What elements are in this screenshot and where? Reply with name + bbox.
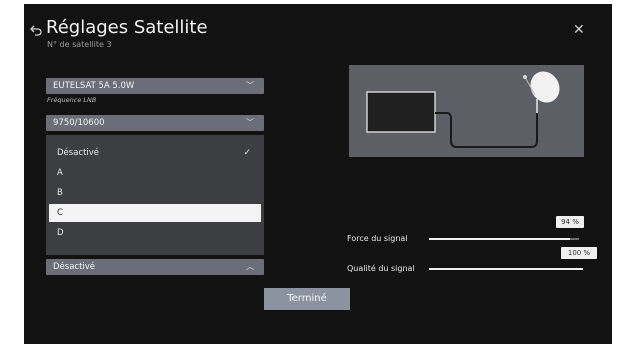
lnb-label: Fréquence LNB (47, 96, 97, 104)
lnb-dropdown-value: 9750/10600 (53, 118, 105, 128)
signal-strength-value: 94 % (556, 216, 584, 228)
list-item[interactable]: D (49, 224, 261, 242)
list-item-selected[interactable]: C (49, 204, 261, 222)
satellite-dish-illustration (523, 71, 560, 113)
bottom-dropdown-value: Désactivé (53, 262, 96, 272)
chevron-up-icon: ︿ (246, 262, 254, 271)
satellite-dropdown-value: EUTELSAT 5A 5.0W (53, 81, 135, 91)
signal-quality-fill (429, 268, 583, 270)
list-item[interactable]: B (49, 184, 261, 202)
page-title: Réglages Satellite (46, 17, 208, 38)
signal-quality-value: 100 % (561, 247, 597, 259)
back-icon[interactable] (29, 23, 43, 37)
page-subtitle: N° de satellite 3 (47, 40, 112, 49)
signal-strength-fill (429, 238, 570, 240)
connection-diagram (349, 65, 584, 157)
lnb-dropdown[interactable]: 9750/10600 ﹀ (46, 115, 264, 131)
diseqc-options-list: Désactivé ✓ A B C D (46, 135, 264, 255)
bottom-dropdown[interactable]: Désactivé ︿ (46, 259, 264, 275)
list-item[interactable]: Désactivé ✓ (49, 144, 261, 162)
cable-line (435, 112, 538, 148)
satellite-dropdown[interactable]: EUTELSAT 5A 5.0W ﹀ (46, 78, 264, 94)
chevron-down-icon: ﹀ (246, 81, 254, 90)
chevron-down-icon: ﹀ (246, 118, 254, 127)
signal-quality-bar (429, 268, 583, 270)
list-item[interactable]: A (49, 164, 261, 182)
signal-quality-label: Qualité du signal (347, 264, 415, 273)
done-button[interactable]: Terminé (264, 288, 350, 310)
check-icon: ✓ (243, 148, 251, 158)
close-icon[interactable]: ✕ (573, 22, 585, 38)
signal-strength-label: Force du signal (347, 234, 408, 243)
signal-strength-bar (429, 238, 579, 240)
